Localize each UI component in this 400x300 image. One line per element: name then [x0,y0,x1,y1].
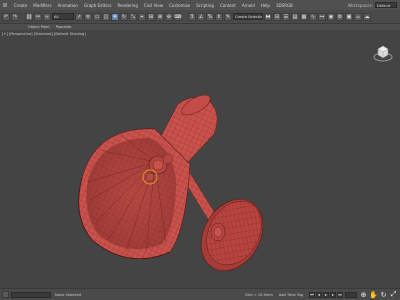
status-bar: None Selected Grid = 10.0mm Add Time Tag… [0,288,400,300]
workspaces-label: Workspaces: [347,2,373,8]
go-to-start-icon[interactable]: ⏮ [309,291,315,298]
menu-item-create[interactable]: Create [11,3,30,8]
rendered-frame-window-icon[interactable]: ▣ [345,12,353,21]
maxscript-listener-icon[interactable] [2,291,9,298]
lamp-model[interactable] [0,30,400,288]
bind-space-warp-icon[interactable]: ≈ [43,12,51,21]
keyboard-shortcut-icon[interactable]: ⌨ [174,12,182,21]
select-and-place-icon[interactable]: ⌖ [138,12,146,21]
manipulate-icon[interactable]: ✣ [165,12,173,21]
undo-icon[interactable]: ↶ [2,12,10,21]
grid-readout: Grid = 10.0mm [245,292,273,297]
toggle-layer-explorer-icon[interactable]: ▤ [291,12,299,21]
orbit-icon[interactable]: ↻ [380,291,387,299]
select-and-move-icon[interactable]: ✥ [111,12,119,21]
selection-status: None Selected [55,292,82,297]
playback-controls: ⏮ ◂ ▸ ▸ ⏭ [309,291,343,298]
reference-coordinate-icon[interactable]: ⊞ [147,12,155,21]
ribbon-tab-object-paint[interactable]: Object Paint [28,25,50,29]
pan-icon[interactable]: ✋ [369,291,378,299]
curve-editor-icon[interactable]: ∿ [309,12,317,21]
link-icon[interactable]: ⛓ [25,12,33,21]
menu-item-content[interactable]: Content [217,3,239,8]
previous-frame-icon[interactable]: ◂ [316,291,322,298]
select-by-name-icon[interactable]: ≡ [84,12,92,21]
zoom-icon[interactable]: ⊕ [360,291,367,299]
toggle-scene-explorer-icon[interactable]: ☰ [282,12,290,21]
main-toolbar: ↶ ↷ ⛓ ⚯ ≈ All ➚ ≡ ▭ ◫ ✥ ↻ ⤡ ⌖ ⊞ ⊕ ✣ ⌨ 3 … [0,10,400,24]
menu-item-scripting[interactable]: Scripting [193,3,217,8]
selection-filter-select[interactable]: All [52,13,74,20]
ribbon-toggle-icon[interactable]: ▦ [300,12,308,21]
select-object-icon[interactable]: ➚ [75,12,83,21]
menu-item-modifiers[interactable]: Modifiers [30,3,54,8]
lamp-shade [78,128,191,260]
render-setup-icon[interactable]: ⚙ [336,12,344,21]
align-icon[interactable]: ⊟ [273,12,281,21]
angle-snap-icon[interactable]: ∠ [197,12,205,21]
render-iterative-icon[interactable]: ☁ [363,12,371,21]
maximize-viewport-icon[interactable]: ⤢ [390,290,397,298]
menu-item-civil-view[interactable]: Civil View [141,3,166,8]
menu-item-arnold[interactable]: Arnold [239,3,258,8]
perspective-viewport[interactable]: [+] [Perspective] [Standard] [Default Sh… [0,30,400,288]
material-editor-icon[interactable]: ◉ [327,12,335,21]
menu-item-help[interactable]: Help [258,3,273,8]
play-icon[interactable]: ▸ [323,291,329,298]
mirror-icon[interactable]: ⧓ [264,12,272,21]
redo-icon[interactable]: ↷ [11,12,19,21]
app-icon[interactable] [3,3,7,7]
select-and-scale-icon[interactable]: ⤡ [129,12,137,21]
workspace-area: Workspaces: Default [348,2,400,8]
schematic-view-icon[interactable]: ⊶ [318,12,326,21]
menu-item-customize[interactable]: Customize [166,3,193,8]
maxscript-input[interactable] [11,291,51,298]
select-and-rotate-icon[interactable]: ↻ [120,12,128,21]
snaps-toggle-icon[interactable]: 3 [188,12,196,21]
menu-item-graph-editors[interactable]: Graph Editors [81,3,114,8]
named-selection-set-select[interactable]: Create Selection Set [233,13,263,20]
menu-item-animation[interactable]: Animation [55,3,81,8]
menu-item-rendering[interactable]: Rendering [114,3,140,8]
pivot-center-icon[interactable]: ⊕ [156,12,164,21]
edit-named-selection-icon[interactable]: ✎ [224,12,232,21]
unlink-icon[interactable]: ⚯ [34,12,42,21]
spinner-snap-icon[interactable]: ⇕ [215,12,223,21]
workspace-select[interactable]: Default [375,2,397,8]
menu-bar: Create Modifiers Animation Graph Editors… [0,0,400,10]
window-crossing-icon[interactable]: ◫ [102,12,110,21]
render-production-icon[interactable]: ☕ [354,12,362,21]
percent-snap-icon[interactable]: % [206,12,214,21]
menu-item-3dsrgb[interactable]: 3DSRGB [273,3,296,8]
go-to-end-icon[interactable]: ⏭ [337,291,343,298]
next-frame-icon[interactable]: ▸ [330,291,336,298]
rectangular-selection-icon[interactable]: ▭ [93,12,101,21]
ribbon-tab-populate[interactable]: Populate [56,25,72,29]
current-frame-field[interactable] [345,291,357,298]
add-time-tag[interactable]: Add Time Tag [279,293,303,297]
